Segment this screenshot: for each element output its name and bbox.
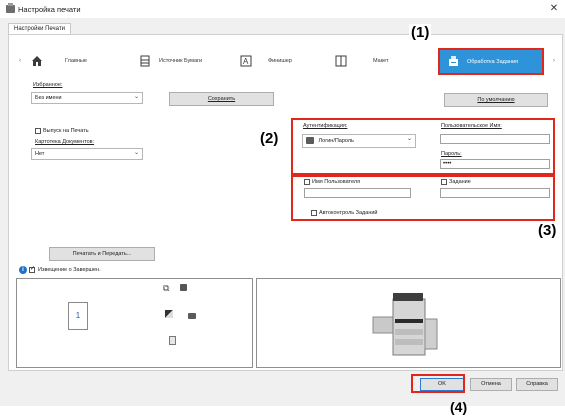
page-thumbnail: 1 bbox=[68, 302, 88, 330]
printer-preview bbox=[256, 278, 561, 368]
tab-finisher[interactable]: A Финишер bbox=[240, 48, 292, 74]
default-button[interactable]: По умолчанию bbox=[444, 93, 548, 107]
help-button[interactable]: Справка bbox=[516, 378, 558, 391]
callout-1: (1) bbox=[409, 24, 432, 41]
print-send-button[interactable]: Печатать и Передать... bbox=[49, 247, 155, 261]
info-icon: i bbox=[19, 266, 27, 274]
doc-filing-label: Картотека Документов: bbox=[35, 139, 95, 145]
job-highlight-box bbox=[291, 175, 555, 221]
default-button-label: По умолчанию bbox=[477, 97, 515, 103]
save-button-label: Сохранить bbox=[207, 96, 236, 102]
user-key-icon bbox=[188, 313, 196, 319]
notify-label: Извещение о Завершен. bbox=[38, 267, 101, 273]
tab-job-handling[interactable]: Обработка Задания bbox=[438, 48, 544, 75]
favorites-select[interactable]: Без имени ⌄ bbox=[31, 92, 143, 104]
close-icon[interactable]: ✕ bbox=[547, 2, 561, 16]
tab-scroll-right-button[interactable]: › bbox=[549, 54, 559, 68]
tab-layout[interactable]: Макет bbox=[335, 48, 389, 74]
chevron-down-icon: ⌄ bbox=[133, 94, 139, 100]
copies-icon: ⧉ bbox=[163, 283, 170, 293]
shield-icon bbox=[180, 284, 187, 291]
print-send-button-label: Печатать и Передать... bbox=[72, 251, 132, 257]
printer-icon bbox=[6, 3, 15, 13]
callout-2: (2) bbox=[258, 130, 281, 147]
home-icon bbox=[31, 55, 43, 67]
cancel-button[interactable]: Отмена bbox=[470, 378, 512, 391]
checkmark-icon: ✓ bbox=[30, 266, 36, 272]
ok-highlight-box bbox=[411, 374, 465, 393]
release-print-checkbox[interactable] bbox=[35, 128, 41, 134]
color-mode-icon bbox=[165, 310, 173, 318]
printer-job-icon bbox=[448, 56, 459, 67]
favorites-label: Избранное: bbox=[33, 82, 63, 88]
tab-label: Обработка Задания bbox=[467, 58, 519, 65]
favorites-value: Без имени bbox=[35, 95, 62, 101]
document-icon bbox=[169, 336, 176, 345]
tab-label: Главные bbox=[65, 58, 87, 64]
auth-highlight-box bbox=[291, 118, 555, 175]
save-button[interactable]: Сохранить bbox=[169, 92, 274, 106]
page-preview: 1 ⧉ bbox=[16, 278, 253, 368]
tab-scroll-left-button[interactable]: ‹ bbox=[15, 54, 25, 68]
tab-label: Финишер bbox=[268, 58, 292, 64]
callout-4: (4) bbox=[450, 399, 468, 415]
release-print-label: Выпуск на Печать bbox=[43, 128, 89, 134]
notify-checkbox[interactable]: ✓ bbox=[29, 266, 36, 273]
svg-text:A: A bbox=[243, 57, 249, 66]
tab-main[interactable]: Главные bbox=[31, 48, 87, 74]
callout-3: (3) bbox=[536, 222, 559, 239]
layout-icon bbox=[335, 55, 347, 67]
tab-label: Макет bbox=[373, 58, 389, 64]
finisher-icon: A bbox=[240, 55, 252, 67]
tab-label: Источник Бумаги bbox=[159, 58, 203, 64]
paper-tray-icon bbox=[139, 55, 151, 67]
doc-filing-value: Нет bbox=[35, 151, 45, 157]
doc-filing-select[interactable]: Нет ⌄ bbox=[31, 148, 143, 160]
title-bar: Настройка печати ✕ bbox=[0, 0, 565, 18]
tab-paper-source[interactable]: Источник Бумаги bbox=[139, 48, 202, 74]
chevron-down-icon: ⌄ bbox=[133, 150, 139, 156]
window-title: Настройка печати bbox=[18, 5, 81, 14]
printer-image bbox=[372, 293, 438, 356]
